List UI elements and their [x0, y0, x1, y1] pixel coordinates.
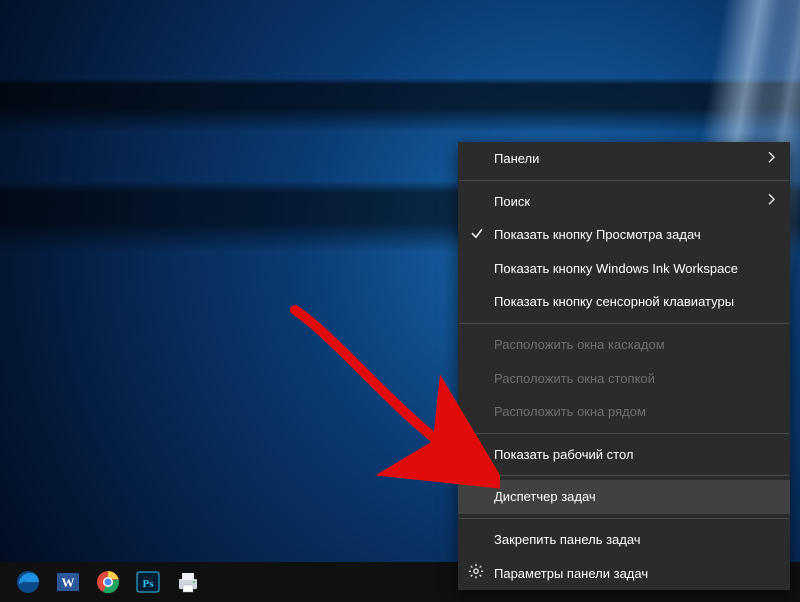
menu-panels[interactable]: Панели — [458, 142, 790, 176]
chevron-right-icon — [768, 194, 776, 210]
menu-task-manager[interactable]: Диспетчер задач — [458, 480, 790, 514]
menu-separator — [459, 518, 789, 519]
menu-taskbar-settings-label: Параметры панели задач — [494, 566, 648, 582]
menu-separator — [459, 180, 789, 181]
menu-cascade-label: Расположить окна каскадом — [494, 337, 665, 353]
svg-text:W: W — [62, 575, 75, 590]
gear-icon — [468, 564, 484, 584]
taskbar-app-edge[interactable] — [8, 562, 48, 602]
menu-sidebyside-label: Расположить окна рядом — [494, 404, 646, 420]
menu-cascade-windows: Расположить окна каскадом — [458, 328, 790, 362]
desktop-wallpaper: Панели Поиск Показать кнопку Просмотра з… — [0, 0, 800, 602]
menu-stack-windows: Расположить окна стопкой — [458, 362, 790, 396]
menu-show-ink-label: Показать кнопку Windows Ink Workspace — [494, 261, 738, 277]
printer-icon — [175, 569, 201, 595]
menu-show-touch-keyboard[interactable]: Показать кнопку сенсорной клавиатуры — [458, 285, 790, 319]
edge-icon — [15, 569, 41, 595]
taskbar-app-word[interactable]: W — [48, 562, 88, 602]
menu-show-ink-workspace[interactable]: Показать кнопку Windows Ink Workspace — [458, 252, 790, 286]
menu-show-taskview-label: Показать кнопку Просмотра задач — [494, 227, 701, 243]
menu-stack-label: Расположить окна стопкой — [494, 371, 655, 387]
check-icon — [470, 226, 484, 244]
menu-show-touch-kbd-label: Показать кнопку сенсорной клавиатуры — [494, 294, 734, 310]
menu-search[interactable]: Поиск — [458, 185, 790, 219]
menu-lock-taskbar-label: Закрепить панель задач — [494, 532, 641, 548]
word-icon: W — [55, 569, 81, 595]
taskbar-app-chrome[interactable] — [88, 562, 128, 602]
taskbar-app-fax-scan[interactable] — [168, 562, 208, 602]
menu-panels-label: Панели — [494, 151, 539, 167]
menu-show-desktop[interactable]: Показать рабочий стол — [458, 438, 790, 472]
photoshop-icon: Ps — [135, 569, 161, 595]
menu-search-label: Поиск — [494, 194, 530, 210]
menu-side-by-side-windows: Расположить окна рядом — [458, 395, 790, 429]
chrome-icon — [95, 569, 121, 595]
menu-separator — [459, 475, 789, 476]
menu-separator — [459, 433, 789, 434]
menu-lock-taskbar[interactable]: Закрепить панель задач — [458, 523, 790, 557]
chevron-right-icon — [768, 151, 776, 167]
menu-show-desktop-label: Показать рабочий стол — [494, 447, 633, 463]
taskbar-context-menu: Панели Поиск Показать кнопку Просмотра з… — [458, 142, 790, 590]
menu-taskbar-settings[interactable]: Параметры панели задач — [458, 557, 790, 591]
menu-task-manager-label: Диспетчер задач — [494, 489, 596, 505]
menu-separator — [459, 323, 789, 324]
menu-show-taskview-button[interactable]: Показать кнопку Просмотра задач — [458, 218, 790, 252]
taskbar-app-photoshop[interactable]: Ps — [128, 562, 168, 602]
svg-text:Ps: Ps — [143, 578, 155, 590]
